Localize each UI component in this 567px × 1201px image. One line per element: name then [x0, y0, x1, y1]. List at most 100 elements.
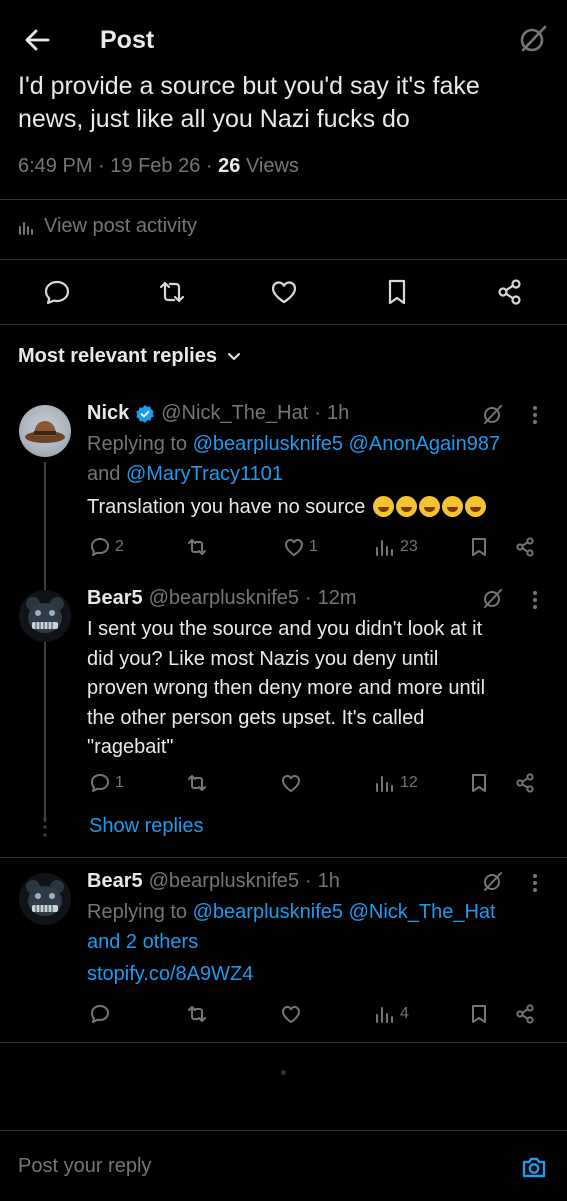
like-count: 1: [309, 538, 318, 555]
post-text: I'd provide a source but you'd say it's …: [18, 70, 558, 136]
repost-button[interactable]: [157, 277, 187, 307]
display-name: Bear5: [87, 587, 143, 609]
reply-button[interactable]: 1: [89, 772, 124, 794]
reply-button[interactable]: [42, 277, 72, 307]
divider: [0, 857, 567, 858]
reply-author[interactable]: Nick @Nick_The_Hat · 1h: [87, 402, 349, 425]
like-button[interactable]: 1: [283, 536, 318, 558]
share-button[interactable]: [495, 277, 525, 307]
replying-to-label: Replying to: [87, 433, 188, 455]
view-count: 12: [400, 774, 418, 791]
reply-author[interactable]: Bear5 @bearplusknife5 · 1h: [87, 870, 340, 893]
mention-link[interactable]: @bearplusknife5: [193, 433, 343, 455]
reply-count: 2: [115, 538, 124, 555]
reply-text-line: I sent you the source and you didn't loo…: [87, 618, 483, 640]
bookmark-button[interactable]: [468, 772, 490, 794]
replies-sort-dropdown[interactable]: Most relevant replies: [18, 345, 241, 368]
like-button[interactable]: [280, 772, 302, 794]
joy-emoji-icon: [395, 496, 417, 517]
reply-text-line: did you? Like most Nazis you deny until: [87, 647, 439, 670]
loading-dot: [281, 1070, 286, 1075]
analytics-icon: [19, 221, 33, 235]
divider: [0, 259, 567, 260]
grok-button[interactable]: [516, 22, 550, 56]
and-others-link[interactable]: and 2 others: [87, 928, 557, 958]
reply-text-line: proven wrong then deny more and more unt…: [87, 677, 486, 699]
reply-button[interactable]: [89, 1003, 111, 1025]
show-replies-link[interactable]: Show replies: [89, 815, 204, 838]
divider: [0, 324, 567, 325]
sort-label: Most relevant replies: [18, 345, 217, 367]
more-vertical-icon: [533, 591, 537, 609]
external-link[interactable]: stopify.co/8A9WZ4: [87, 960, 253, 990]
views-button[interactable]: 23: [374, 536, 418, 558]
divider: [0, 199, 567, 200]
grok-button[interactable]: [481, 402, 505, 426]
mention-link[interactable]: @Nick_The_Hat: [349, 901, 496, 923]
bookmark-button[interactable]: [382, 277, 412, 307]
reply-text-line: the other person gets upset. It's called: [87, 706, 425, 729]
grok-button[interactable]: [481, 586, 505, 610]
repost-icon: [188, 1006, 206, 1022]
like-button[interactable]: [280, 1003, 302, 1025]
handle: @Nick_The_Hat: [161, 402, 309, 424]
share-icon: [498, 279, 521, 305]
views-count: 26: [218, 155, 241, 177]
more-options-button[interactable]: [530, 404, 540, 426]
view-count: 4: [400, 1005, 409, 1022]
back-button[interactable]: [20, 22, 56, 58]
repost-button[interactable]: [186, 772, 208, 794]
reply-time: 1h: [326, 402, 350, 424]
bookmark-icon: [472, 774, 486, 792]
arrow-left-icon: [25, 29, 50, 51]
divider: [0, 1042, 567, 1043]
page-title: Post: [100, 26, 155, 54]
more-options-button[interactable]: [530, 872, 540, 894]
reply-button[interactable]: 2: [89, 536, 124, 558]
heart-icon: [282, 775, 300, 792]
share-button[interactable]: [514, 536, 536, 558]
grok-button[interactable]: [481, 869, 505, 893]
reply-icon: [91, 774, 109, 792]
replying-to: Replying to @bearplusknife5 @AnonAgain98…: [87, 430, 557, 489]
bear-avatar-image: [26, 597, 64, 633]
share-button[interactable]: [514, 772, 536, 794]
reply-text-content: Translation you have no source: [87, 496, 366, 518]
mention-link[interactable]: @MaryTracy1101: [126, 463, 283, 485]
view-post-activity-link[interactable]: View post activity: [18, 215, 197, 238]
heart-icon: [282, 1006, 300, 1023]
mention-link[interactable]: @bearplusknife5: [193, 901, 343, 923]
joy-emoji-icon: [464, 496, 486, 517]
separator-dot: ·: [314, 402, 321, 424]
reply-icon: [44, 280, 70, 305]
and-label: and: [87, 462, 121, 485]
bookmark-icon: [472, 1005, 486, 1023]
like-button[interactable]: [269, 277, 299, 307]
post-metadata: 6:49 PM · 19 Feb 26 · 26 Views: [18, 155, 299, 177]
repost-icon: [159, 281, 185, 303]
rofl-emoji-icon: [418, 496, 440, 517]
camera-button[interactable]: [519, 1152, 549, 1182]
display-name: Bear5: [87, 870, 143, 892]
analytics-icon: [376, 1007, 393, 1023]
display-name: Nick: [87, 402, 130, 424]
bookmark-button[interactable]: [468, 1003, 490, 1025]
bookmark-button[interactable]: [468, 536, 490, 558]
share-button[interactable]: [514, 1003, 536, 1025]
avatar[interactable]: [19, 873, 71, 925]
views-button[interactable]: 12: [374, 772, 418, 794]
hat-avatar-image: [25, 421, 65, 443]
analytics-icon: [376, 540, 393, 556]
reply-author[interactable]: Bear5 @bearplusknife5 · 12m: [87, 587, 357, 610]
more-options-button[interactable]: [530, 589, 540, 611]
avatar[interactable]: [19, 405, 71, 457]
chevron-down-icon: [227, 352, 240, 360]
mention-link[interactable]: @AnonAgain987: [349, 433, 501, 455]
repost-button[interactable]: [186, 1003, 208, 1025]
heart-icon: [285, 539, 303, 556]
repost-button[interactable]: [186, 536, 208, 558]
views-button[interactable]: 4: [374, 1003, 409, 1025]
avatar[interactable]: [19, 590, 71, 642]
bear-avatar-image: [26, 880, 64, 916]
reply-input[interactable]: Post your reply: [18, 1155, 151, 1178]
